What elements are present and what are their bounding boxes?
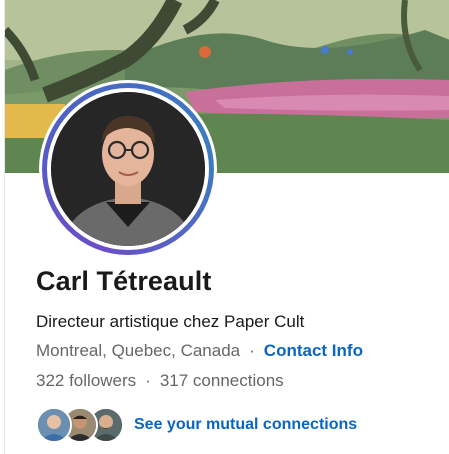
mutual-connections-label[interactable]: See your mutual connections — [134, 416, 357, 434]
profile-name: Carl Tétreault — [36, 266, 212, 296]
mutual-avatars — [36, 405, 126, 445]
mutual-connections-link[interactable]: See your mutual connections — [36, 405, 357, 445]
followers-count[interactable]: 322 followers — [36, 371, 136, 391]
profile-headline: Directeur artistique chez Paper Cult — [36, 312, 305, 331]
connections-count[interactable]: 317 connections — [160, 371, 284, 391]
separator-dot: · — [145, 371, 151, 390]
separator-dot: · — [249, 341, 255, 360]
profile-location: Montreal, Quebec, Canada — [36, 341, 241, 360]
avatar-frame[interactable] — [39, 80, 217, 258]
open-to-work-ring — [42, 83, 214, 255]
mutual-connection-avatar — [36, 407, 72, 443]
profile-photo[interactable] — [51, 92, 205, 246]
contact-info-link[interactable]: Contact Info — [264, 341, 363, 361]
network-stats-row: 322 followers · 317 connections — [36, 371, 284, 391]
profile-card: Carl Tétreault Directeur artistique chez… — [4, 0, 449, 454]
location-row: Montreal, Quebec, Canada · Contact Info — [36, 341, 363, 361]
